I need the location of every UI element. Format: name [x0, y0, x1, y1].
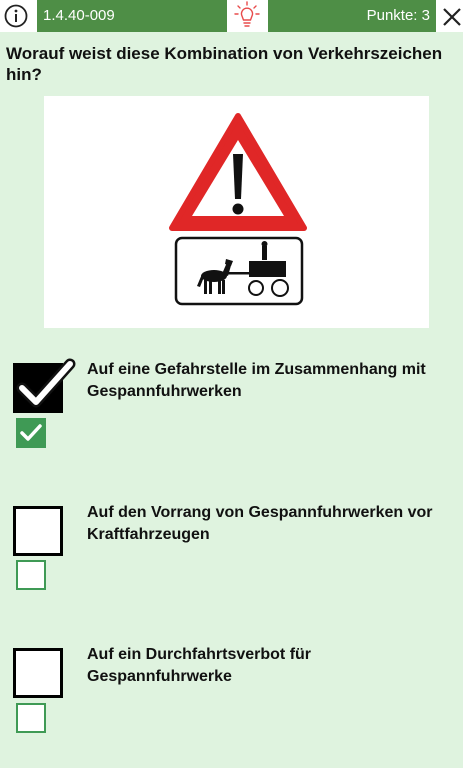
answer-1-solution-checkbox — [16, 418, 46, 448]
check-icon — [16, 358, 76, 408]
info-icon[interactable] — [4, 4, 28, 28]
answer-2-text[interactable]: Auf den Vorrang von Gespannfuhrwerken vo… — [87, 502, 452, 546]
answer-option-2: Auf den Vorrang von Gespannfuhrwerken vo… — [0, 504, 463, 626]
answer-1-checkbox[interactable] — [13, 358, 76, 413]
answer-3-text[interactable]: Auf ein Durchfahrtsverbot für Gespannfuh… — [87, 644, 452, 688]
answer-3-checkbox[interactable] — [13, 648, 63, 698]
question-text: Worauf weist diese Kombination von Verke… — [6, 44, 443, 84]
answer-option-1: Auf eine Gefahrstelle im Zusammenhang mi… — [0, 358, 463, 483]
close-icon[interactable] — [441, 4, 463, 28]
answer-option-3: Auf ein Durchfahrtsverbot für Gespannfuh… — [0, 646, 463, 768]
carriage-sign — [174, 236, 304, 306]
answer-2-solution-checkbox — [16, 560, 46, 590]
question-id: 1.4.40-009 — [37, 0, 227, 32]
top-bar: 1.4.40-009 Punkte: 3 — [0, 0, 463, 32]
answer-3-solution-checkbox — [16, 703, 46, 733]
lightbulb-icon[interactable] — [230, 0, 264, 32]
question-image — [44, 96, 429, 328]
answer-2-checkbox[interactable] — [13, 506, 63, 556]
points-label: Punkte: 3 — [268, 0, 436, 32]
check-icon — [20, 424, 42, 441]
answer-1-text[interactable]: Auf eine Gefahrstelle im Zusammenhang mi… — [87, 359, 452, 403]
warning-triangle-sign — [169, 113, 307, 231]
